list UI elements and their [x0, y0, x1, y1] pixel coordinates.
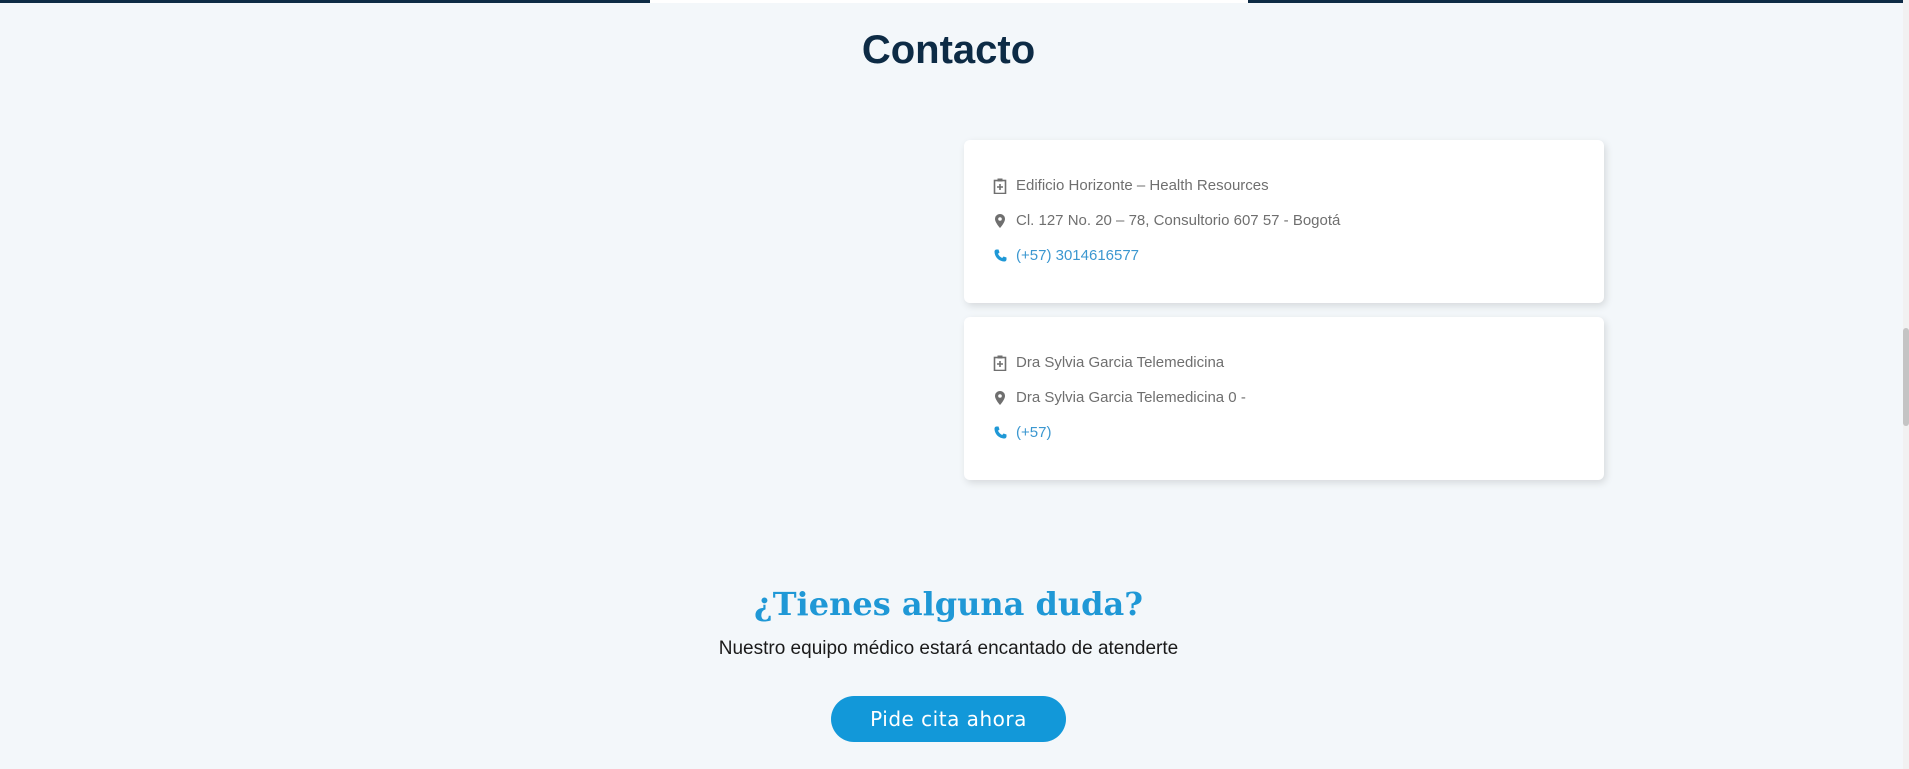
top-nav-bar — [0, 0, 1903, 3]
scrollbar-thumb[interactable] — [1903, 328, 1909, 426]
location-phone-row[interactable]: (+57) 3014616577 — [992, 247, 1139, 264]
location-card: Dra Sylvia Garcia Telemedicina Dra Sylvi… — [964, 317, 1604, 480]
book-appointment-button[interactable]: Pide cita ahora — [831, 696, 1066, 742]
location-phone-row[interactable]: (+57) — [992, 424, 1051, 441]
clinic-icon — [992, 178, 1008, 194]
location-name: Edificio Horizonte – Health Resources — [1016, 177, 1269, 194]
location-address: Dra Sylvia Garcia Telemedicina 0 - — [1016, 389, 1246, 406]
location-phone-link[interactable]: (+57) 3014616577 — [1016, 247, 1139, 264]
location-address-row: Cl. 127 No. 20 – 78, Consultorio 607 57 … — [992, 212, 1340, 229]
location-card: Edificio Horizonte – Health Resources Cl… — [964, 140, 1604, 303]
location-address: Cl. 127 No. 20 – 78, Consultorio 607 57 … — [1016, 212, 1341, 229]
cta-heading: ¿Tienes alguna duda? — [753, 585, 1144, 623]
map-marker-icon — [992, 390, 1008, 406]
page-scrollbar[interactable] — [1903, 0, 1909, 769]
location-address-row: Dra Sylvia Garcia Telemedicina 0 - — [992, 389, 1246, 406]
location-name: Dra Sylvia Garcia Telemedicina — [1016, 354, 1225, 371]
phone-icon — [992, 248, 1008, 264]
clinic-icon — [992, 355, 1008, 371]
section-title: Contacto — [861, 28, 1036, 72]
location-phone-link[interactable]: (+57) — [1016, 424, 1051, 441]
phone-icon — [992, 425, 1008, 441]
active-tab-indicator — [650, 0, 1248, 3]
cta-subtitle: Nuestro equipo médico estará encantado d… — [718, 638, 1179, 659]
map-marker-icon — [992, 213, 1008, 229]
location-name-row: Edificio Horizonte – Health Resources — [992, 177, 1269, 194]
location-name-row: Dra Sylvia Garcia Telemedicina — [992, 354, 1224, 371]
